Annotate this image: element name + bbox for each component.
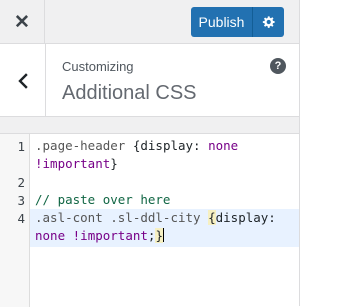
close-customizer-button[interactable]: ✕ xyxy=(0,0,45,44)
line-number: 4 xyxy=(17,211,25,226)
code-line: none !important;} xyxy=(35,228,164,243)
text-cursor xyxy=(162,228,164,242)
line-number: 1 xyxy=(17,139,25,154)
code-line: !important} xyxy=(35,156,118,171)
publish-settings-button[interactable] xyxy=(253,7,284,37)
customizer-topbar: ✕ Publish xyxy=(0,0,299,44)
line-number: 3 xyxy=(17,193,25,208)
section-title: Additional CSS xyxy=(62,82,197,104)
customizer-panel: ✕ Publish Customizing Additional CSS ? 1… xyxy=(0,0,300,307)
chevron-left-icon xyxy=(17,72,28,89)
help-icon[interactable]: ? xyxy=(270,58,286,74)
gear-icon xyxy=(262,16,275,28)
publish-button[interactable]: Publish xyxy=(191,7,253,37)
publish-group: Publish xyxy=(191,7,284,37)
close-icon: ✕ xyxy=(14,11,30,33)
code-line: // paste over here xyxy=(35,192,171,207)
section-header: Customizing Additional CSS ? xyxy=(0,44,299,117)
css-code-editor[interactable]: 1 2 3 4 .page-header {display: none !imp… xyxy=(0,133,299,307)
line-number: 2 xyxy=(17,175,25,190)
code-area[interactable]: .page-header {display: none !important} … xyxy=(30,134,299,307)
customizing-label: Customizing xyxy=(62,59,134,74)
code-line: .page-header {display: none xyxy=(35,138,239,153)
back-button[interactable] xyxy=(0,44,46,117)
line-number-gutter: 1 2 3 4 xyxy=(0,134,30,307)
code-line: .asl-cont .sl-ddl-city {display: xyxy=(35,210,276,225)
